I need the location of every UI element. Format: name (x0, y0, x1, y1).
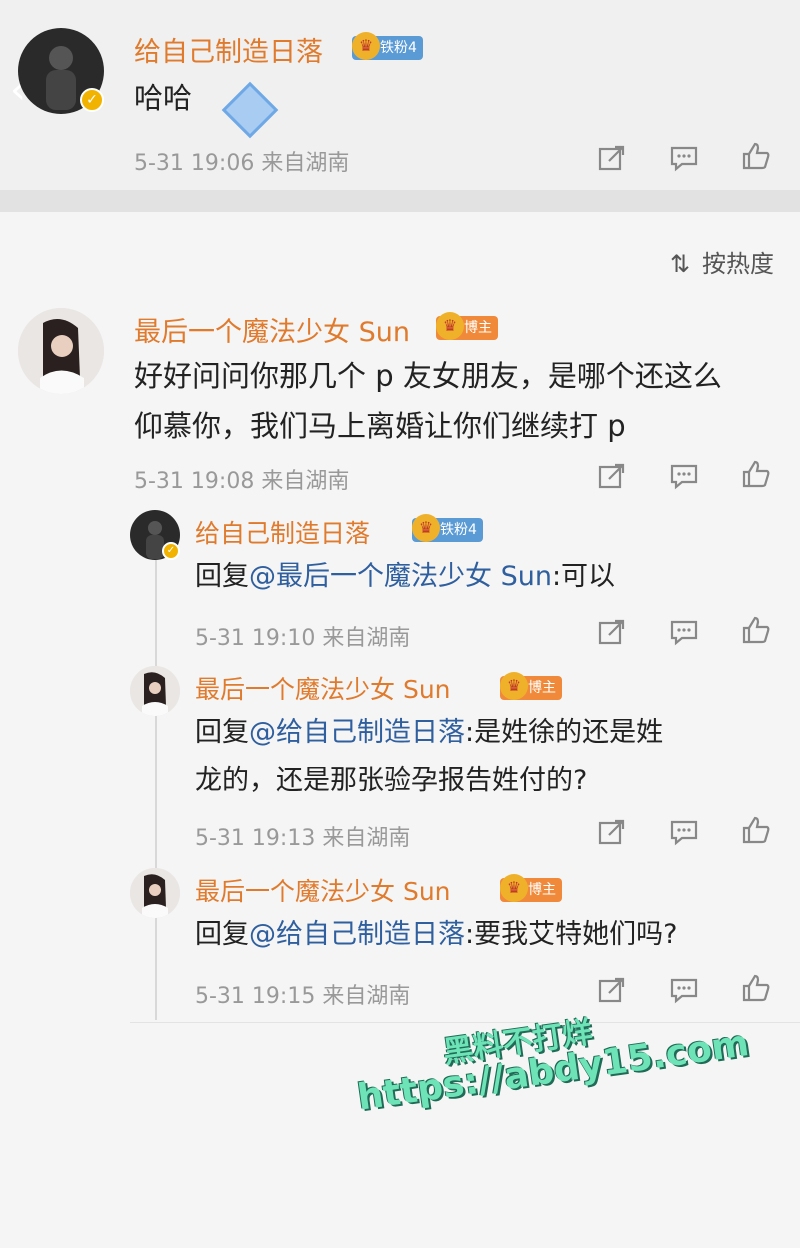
comment-text: 哈哈 (134, 81, 193, 115)
reply-meta: 5-31 19:10 来自湖南 (195, 626, 411, 651)
avatar[interactable] (130, 666, 180, 716)
reply-text: 回复@给自己制造日落:要我艾特她们吗? (195, 908, 677, 962)
like-icon[interactable] (741, 141, 771, 171)
verified-icon: ✓ (162, 542, 180, 560)
fan-badge: ♛ 铁粉4 (352, 32, 423, 60)
reply-text: 回复@最后一个魔法少女 Sun:可以 (195, 550, 615, 604)
section-divider (130, 1022, 800, 1023)
host-badge: ♛ 博主 (500, 672, 562, 700)
crown-icon: ♛ (500, 672, 528, 700)
fan-badge: ♛ 铁粉4 (412, 514, 483, 542)
comment-icon[interactable] (669, 617, 699, 647)
host-badge: ♛ 博主 (500, 874, 562, 902)
reply-prefix: 回复 (195, 717, 249, 748)
section-divider (0, 190, 800, 212)
top-comment-card: ‹ ✓ 给自己制造日落 ♛ 铁粉4 哈哈 5-31 19:06 来自湖南 (0, 0, 800, 190)
comment-username[interactable]: 给自己制造日落 (134, 30, 323, 69)
mention-link[interactable]: @给自己制造日落 (249, 717, 465, 748)
like-icon[interactable] (741, 459, 771, 489)
comment-icon[interactable] (669, 817, 699, 847)
reply-body: :是姓徐的还是姓 (465, 717, 664, 748)
comment-meta: 5-31 19:08 来自湖南 (134, 469, 350, 494)
crown-icon: ♛ (500, 874, 528, 902)
comment-meta: 5-31 19:06 来自湖南 (134, 151, 350, 176)
share-icon[interactable] (597, 975, 627, 1005)
reply-username[interactable]: 最后一个魔法少女 Sun (195, 670, 451, 706)
mention-link[interactable]: @给自己制造日落 (249, 919, 465, 950)
comment-text: 仰慕你，我们马上离婚让你们继续打 p (134, 409, 626, 443)
comment-icon[interactable] (669, 143, 699, 173)
like-icon[interactable] (741, 815, 771, 845)
reply-meta: 5-31 19:15 来自湖南 (195, 984, 411, 1009)
sticker-icon (221, 81, 279, 139)
avatar[interactable] (18, 308, 104, 394)
reply-thread-line (155, 560, 157, 1020)
host-badge: ♛ 博主 (436, 312, 498, 340)
reply-prefix: 回复 (195, 561, 249, 592)
sort-icon: ⇅ (670, 250, 691, 278)
avatar[interactable] (130, 868, 180, 918)
comment-text: 好好问问你那几个 p 友女朋友，是哪个还这么 (134, 359, 722, 393)
sort-toggle[interactable]: ⇅ 按热度 (670, 244, 774, 279)
crown-icon: ♛ (352, 32, 380, 60)
reply-body: :要我艾特她们吗? (465, 919, 678, 950)
comment-username[interactable]: 最后一个魔法少女 Sun (134, 310, 410, 349)
crown-icon: ♛ (412, 514, 440, 542)
comment-icon[interactable] (669, 975, 699, 1005)
reply-text: 龙的，还是那张验孕报告姓付的? (195, 765, 588, 796)
share-icon[interactable] (597, 143, 627, 173)
like-icon[interactable] (741, 615, 771, 645)
share-icon[interactable] (597, 817, 627, 847)
share-icon[interactable] (597, 617, 627, 647)
reply-meta: 5-31 19:13 来自湖南 (195, 826, 411, 851)
share-icon[interactable] (597, 461, 627, 491)
like-icon[interactable] (741, 973, 771, 1003)
reply-prefix: 回复 (195, 919, 249, 950)
reply-username[interactable]: 最后一个魔法少女 Sun (195, 872, 451, 908)
reply-body: :可以 (551, 561, 616, 592)
verified-icon: ✓ (80, 88, 104, 112)
mention-link[interactable]: @最后一个魔法少女 Sun (249, 561, 552, 592)
reply-username[interactable]: 给自己制造日落 (195, 514, 370, 550)
reply-text: 回复@给自己制造日落:是姓徐的还是姓 (195, 706, 663, 760)
crown-icon: ♛ (436, 312, 464, 340)
comment-icon[interactable] (669, 461, 699, 491)
